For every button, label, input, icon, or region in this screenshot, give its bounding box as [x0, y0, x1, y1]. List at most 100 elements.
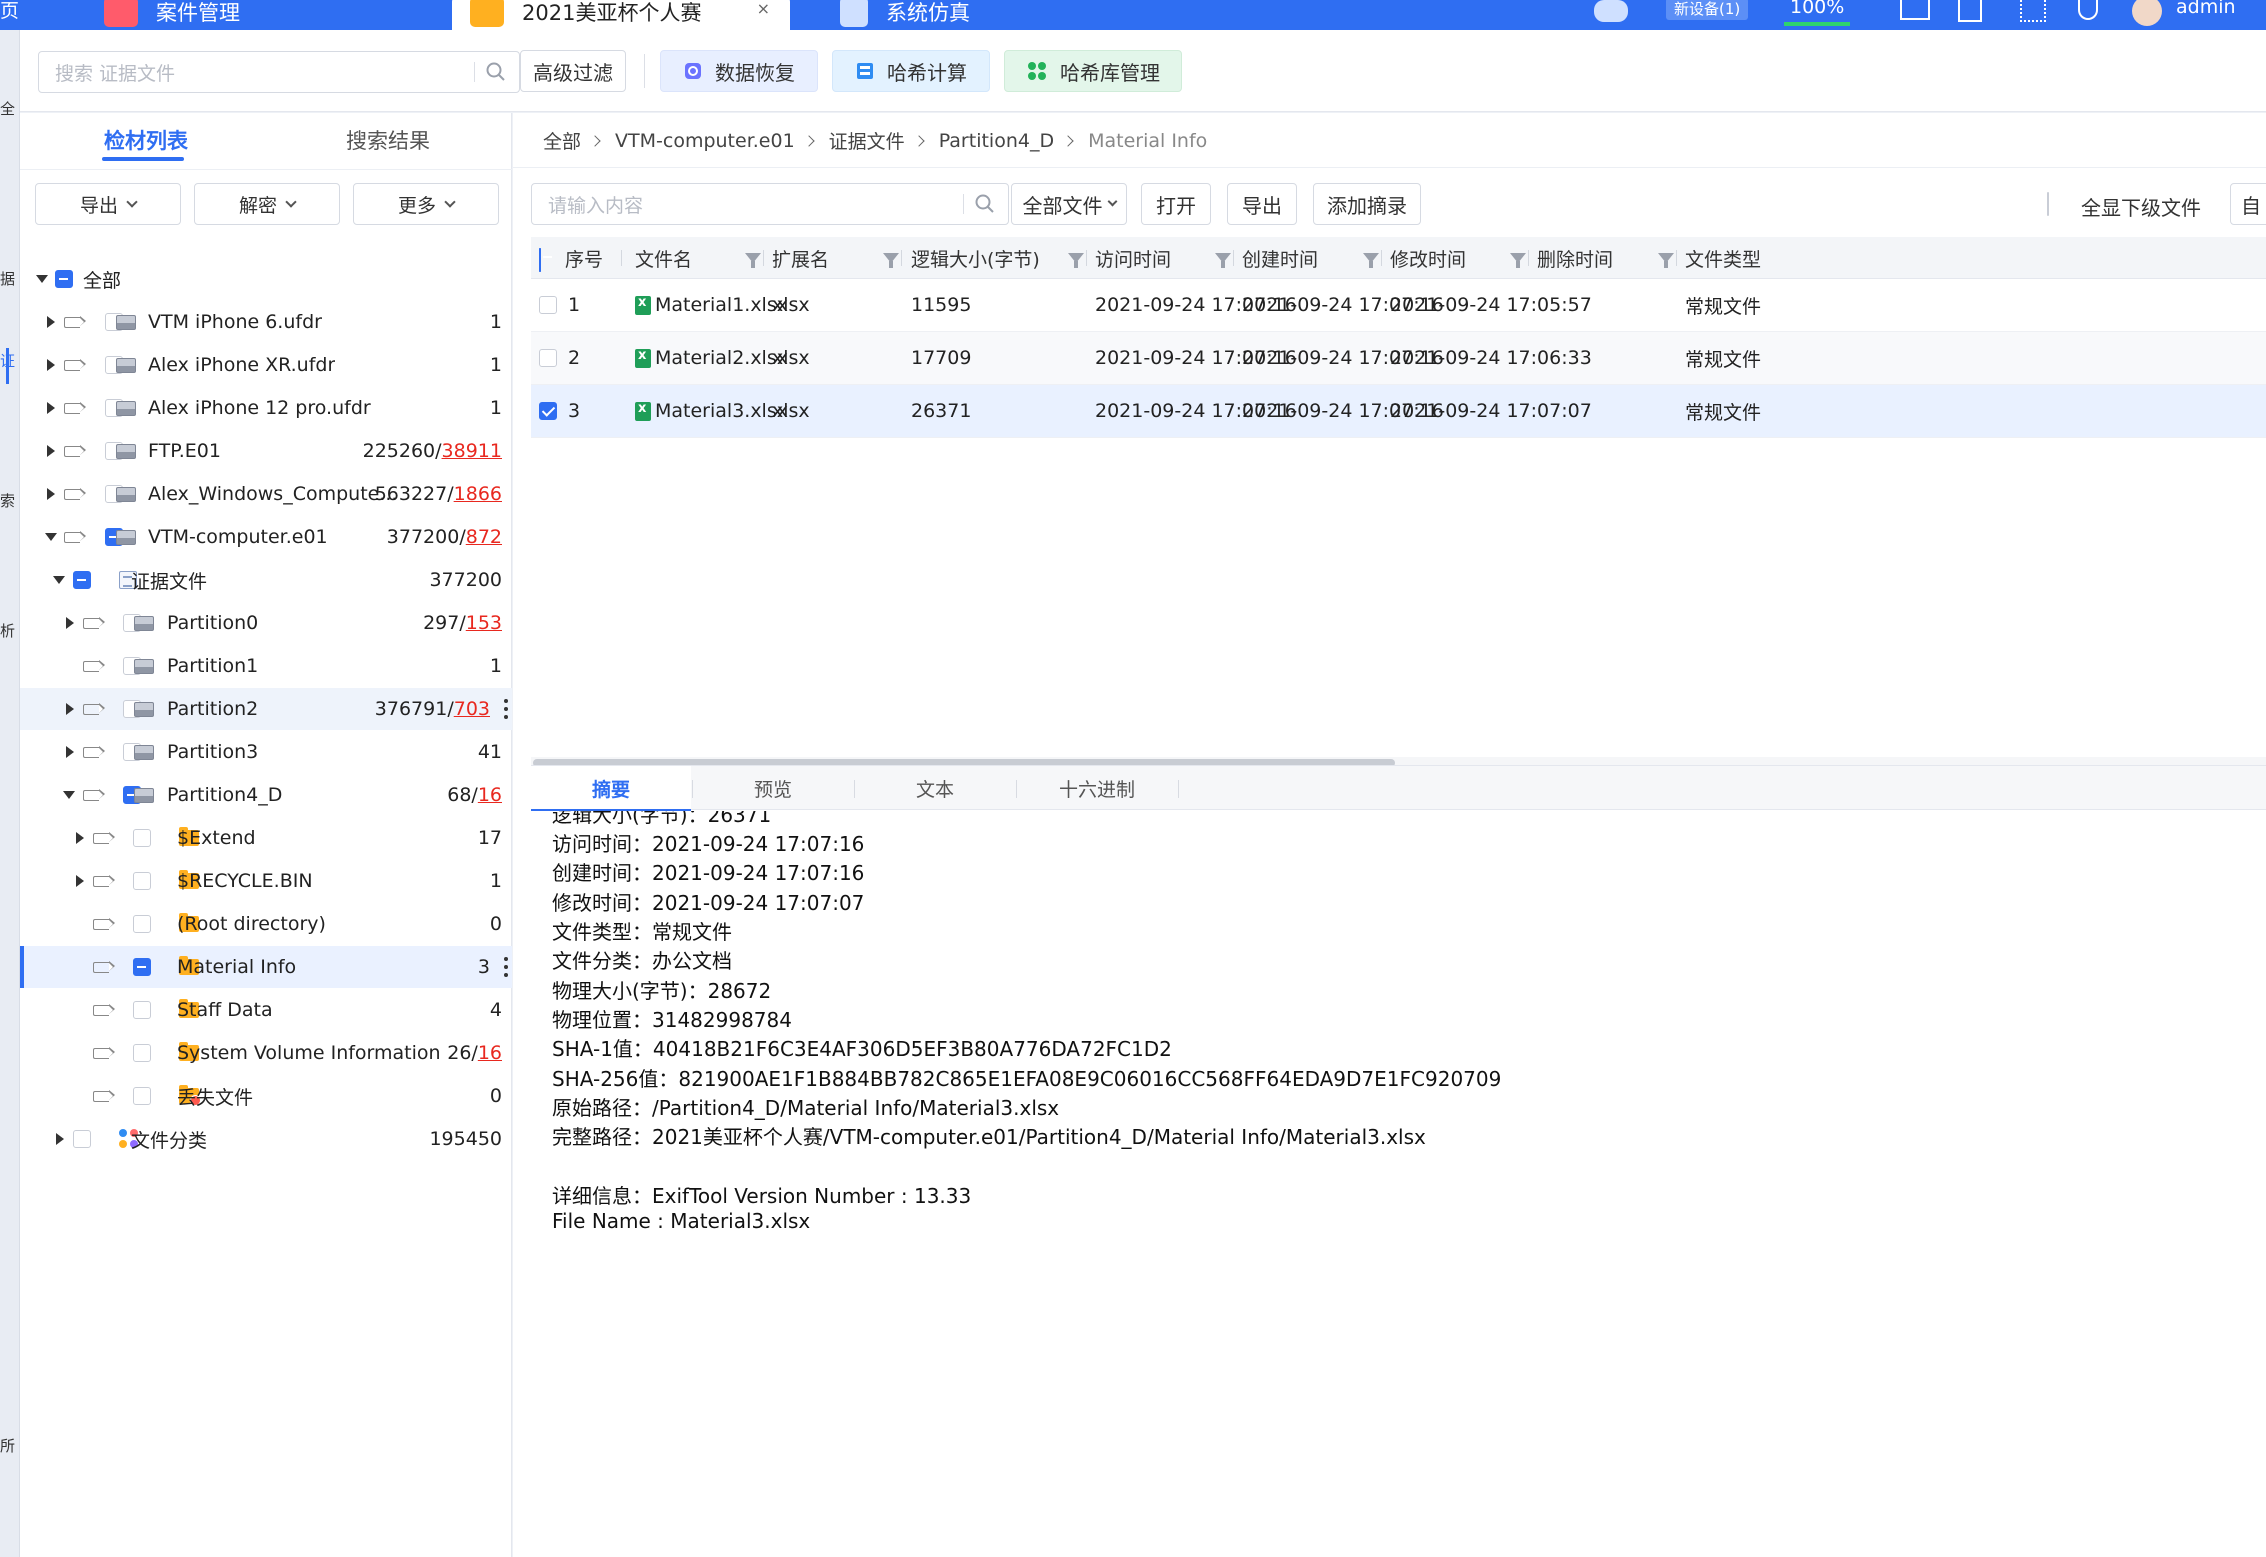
tree-node-partition[interactable]: Partition1 1 [20, 645, 512, 687]
column-header-extension[interactable]: 扩展名 [772, 237, 829, 279]
more-options-icon[interactable] [504, 699, 508, 719]
tab-system-simulation[interactable]: 系统仿真 [840, 0, 970, 30]
node-checkbox[interactable] [73, 1130, 91, 1148]
tag-icon[interactable] [64, 445, 86, 457]
tag-icon[interactable] [93, 832, 115, 844]
tag-icon[interactable] [83, 789, 105, 801]
nav-char[interactable]: 索 [0, 490, 15, 511]
row-checkbox[interactable] [539, 296, 557, 314]
expand-triangle-icon[interactable] [66, 617, 74, 629]
tree-node-partition[interactable]: Partition3 41 [20, 731, 512, 773]
tab-preview[interactable]: 预览 [693, 766, 853, 811]
tree-node-evidence-files[interactable]: 证据文件 377200 [20, 559, 512, 601]
tag-icon[interactable] [64, 316, 86, 328]
tag-icon[interactable] [83, 746, 105, 758]
nav-char[interactable]: 所 [0, 1435, 15, 1456]
tree-node-file-category[interactable]: 文件分类 195450 [20, 1118, 512, 1160]
collapse-triangle-icon[interactable] [36, 275, 48, 283]
tab-hex[interactable]: 十六进制 [1017, 766, 1177, 811]
data-recovery-button[interactable]: 数据恢复 [660, 50, 818, 92]
node-checkbox[interactable] [133, 1044, 151, 1062]
collapse-triangle-icon[interactable] [53, 576, 65, 584]
nav-char[interactable]: 证 [0, 350, 15, 371]
username[interactable]: admin [2176, 0, 2236, 18]
select-all-checkbox[interactable] [539, 248, 541, 272]
tag-icon[interactable] [83, 660, 105, 672]
nav-char[interactable]: 据 [0, 268, 15, 289]
tree-node-partition[interactable]: Partition0 297/153 [20, 602, 512, 644]
all-files-dropdown[interactable]: 全部文件 [1011, 183, 1127, 225]
node-checkbox[interactable] [133, 1001, 151, 1019]
column-header-access-time[interactable]: 访问时间 [1095, 237, 1171, 279]
tag-icon[interactable] [83, 617, 105, 629]
breadcrumb-item[interactable]: Partition4_D [939, 130, 1054, 152]
tab-search-results[interactable]: 搜索结果 [346, 125, 430, 155]
table-row-selected[interactable]: 3 Material3.xlsx xlsx 26371 2021-09-24 1… [531, 385, 2266, 438]
node-checkbox[interactable] [73, 571, 91, 589]
collapse-triangle-icon[interactable] [63, 791, 75, 799]
tag-icon[interactable] [64, 488, 86, 500]
tab-text[interactable]: 文本 [855, 766, 1015, 811]
tree-node-folder[interactable]: (Root directory) 0 [20, 903, 512, 945]
tree-node-all[interactable]: 全部 [20, 258, 512, 300]
tag-icon[interactable] [93, 1004, 115, 1016]
tag-icon[interactable] [93, 875, 115, 887]
expand-triangle-icon[interactable] [56, 1133, 64, 1145]
node-checkbox[interactable] [133, 915, 151, 933]
column-header-created-time[interactable]: 创建时间 [1242, 237, 1318, 279]
node-checkbox[interactable] [55, 270, 73, 288]
expand-triangle-icon[interactable] [47, 402, 55, 414]
tree-node-evidence[interactable]: VTM-computer.e01 377200/872 [20, 516, 512, 558]
expand-triangle-icon[interactable] [47, 359, 55, 371]
expand-triangle-icon[interactable] [76, 875, 84, 887]
tree-node-folder-selected[interactable]: Material Info 3 [20, 946, 512, 988]
column-header-file-type[interactable]: 文件类型 [1685, 237, 1761, 279]
more-options-icon[interactable] [504, 957, 508, 977]
tree-node-folder[interactable]: $Extend 17 [20, 817, 512, 859]
more-dropdown[interactable]: 更多 [353, 183, 499, 225]
tab-material-list[interactable]: 检材列表 [104, 125, 188, 155]
decrypt-dropdown[interactable]: 解密 [194, 183, 340, 225]
home-tab-fragment[interactable]: 页 [0, 0, 19, 23]
tree-node-evidence[interactable]: Alex_Windows_Compute... 563227/1866 [20, 473, 512, 515]
tab-current-case[interactable]: 2021美亚杯个人赛 × [452, 0, 790, 30]
new-device-badge[interactable]: 新设备(1) [1666, 0, 1749, 20]
table-row[interactable]: 2 Material2.xlsx xlsx 17709 2021-09-24 1… [531, 332, 2266, 385]
show-sub-files-checkbox[interactable] [2047, 192, 2049, 216]
collapse-triangle-icon[interactable] [45, 533, 57, 541]
column-header-size[interactable]: 逻辑大小(字节) [911, 237, 1040, 279]
headset-icon[interactable] [2078, 0, 2098, 20]
row-checkbox[interactable] [539, 402, 557, 420]
node-checkbox[interactable] [133, 958, 151, 976]
column-header-modified-time[interactable]: 修改时间 [1390, 237, 1466, 279]
column-header-filename[interactable]: 文件名 [635, 237, 692, 279]
tree-node-lost-files[interactable]: 丢失文件 0 [20, 1075, 512, 1117]
tree-node-evidence[interactable]: Alex iPhone 12 pro.ufdr 1 [20, 387, 512, 429]
tree-node-evidence[interactable]: Alex iPhone XR.ufdr 1 [20, 344, 512, 386]
breadcrumb-item[interactable]: 全部 [543, 127, 581, 154]
tag-icon[interactable] [64, 402, 86, 414]
tab-case-management[interactable]: 案件管理 [104, 0, 240, 30]
avatar[interactable] [2132, 0, 2162, 26]
auto-button[interactable]: 自 [2230, 183, 2266, 225]
expand-triangle-icon[interactable] [47, 488, 55, 500]
expand-triangle-icon[interactable] [66, 703, 74, 715]
content-filter-input[interactable]: 请输入内容 [531, 183, 1009, 225]
tag-icon[interactable] [93, 918, 115, 930]
node-checkbox[interactable] [133, 872, 151, 890]
hash-library-button[interactable]: 哈希库管理 [1004, 50, 1182, 92]
tree-node-folder[interactable]: Staff Data 4 [20, 989, 512, 1031]
tree-node-evidence[interactable]: VTM iPhone 6.ufdr 1 [20, 301, 512, 343]
expand-triangle-icon[interactable] [76, 832, 84, 844]
node-checkbox[interactable] [133, 1087, 151, 1105]
tree-node-partition[interactable]: Partition2 376791/703 [20, 688, 512, 730]
tree-node-folder[interactable]: System Volume Information 26/16 [20, 1032, 512, 1074]
column-header-deleted-time[interactable]: 删除时间 [1537, 237, 1613, 279]
breadcrumb-item[interactable]: VTM-computer.e01 [615, 130, 795, 152]
robot-icon[interactable] [1594, 0, 1628, 22]
open-button[interactable]: 打开 [1141, 183, 1211, 225]
tag-icon[interactable] [93, 1047, 115, 1059]
tree-node-partition[interactable]: Partition4_D 68/16 [20, 774, 512, 816]
add-excerpt-button[interactable]: 添加摘录 [1313, 183, 1421, 225]
nav-char[interactable]: 析 [0, 620, 15, 641]
